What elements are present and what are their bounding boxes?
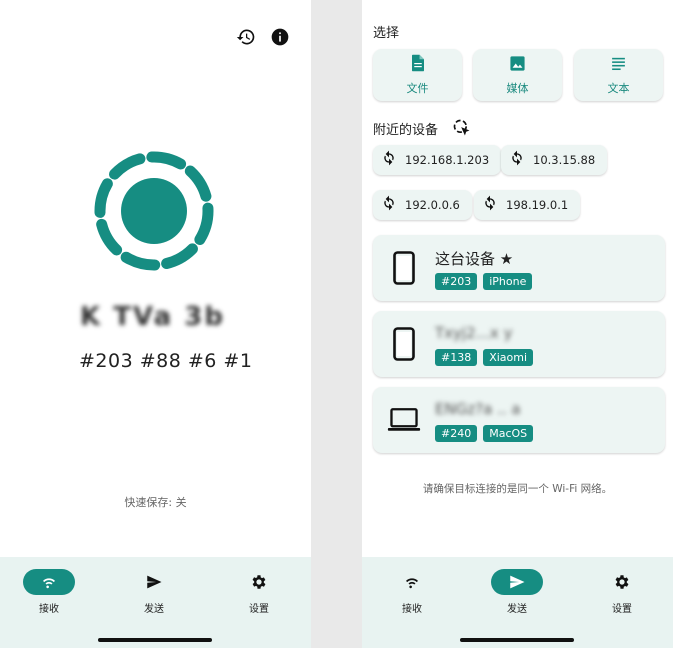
send-screen: 选择 文件 媒体 文本 附近的设备 192.168.1.203 10.3.15.… [362,0,673,648]
refresh-icon [482,195,498,215]
pick-text-button[interactable]: 文本 [574,49,663,101]
home-indicator [98,638,212,642]
device-tags: #240 MacOS [435,425,534,442]
laptop-icon [387,403,421,437]
tag-alias: #240 [435,425,478,442]
send-icon [128,569,180,595]
tag-platform: Xiaomi [483,349,534,366]
nav-label: 接收 [39,604,59,615]
tag-alias: #203 [435,273,478,290]
device-name: 这台设备 ★ [435,250,514,268]
quick-save-status[interactable]: 快速保存: 关 [0,494,311,510]
tag-platform: iPhone [483,273,533,290]
image-icon [509,55,526,76]
receive-screen: K TVa 3b #203 #88 #6 #1 快速保存: 关 接收 发送 设置 [0,0,311,648]
tag-alias: #138 [435,349,478,366]
nav-label: 接收 [402,604,422,615]
device-tags: #138 Xiaomi [435,349,534,366]
ip-chip[interactable]: 192.168.1.203 [373,145,502,175]
pick-media-button[interactable]: 媒体 [473,49,562,101]
device-name: ENGz?a .. a [435,400,521,418]
wifi-icon [386,569,438,595]
refresh-icon [381,150,397,170]
nav-settings[interactable]: 设置 [587,569,657,615]
tag-platform: MacOS [483,425,534,442]
ip-chip[interactable]: 192.0.0.6 [373,190,472,220]
nav-label: 发送 [507,604,527,615]
ip-chip[interactable]: 10.3.15.88 [501,145,608,175]
receive-toolbar [235,26,291,48]
info-icon[interactable] [269,26,291,48]
pick-button-label: 文本 [607,81,630,95]
device-card-xiaomi[interactable]: Txyj2...x y #138 Xiaomi [373,311,665,377]
file-icon [410,54,426,76]
gear-icon [596,569,648,595]
ip-chip[interactable]: 198.19.0.1 [474,190,581,220]
nav-send[interactable]: 发送 [119,569,189,615]
history-icon[interactable] [235,26,257,48]
phone-icon [387,327,421,361]
send-icon [491,569,543,595]
wifi-icon [23,569,75,595]
device-tags: #203 iPhone [435,273,533,290]
bottom-nav: 接收 发送 设置 [362,557,673,648]
pick-button-label: 文件 [406,82,429,95]
device-name: Txyj2...x y [435,324,513,342]
text-icon [610,55,627,76]
nav-settings[interactable]: 设置 [224,569,294,615]
home-indicator [460,638,574,642]
refresh-icon [509,150,525,170]
bottom-nav: 接收 发送 设置 [0,557,311,648]
select-title: 选择 [373,26,400,41]
nav-send[interactable]: 发送 [482,569,552,615]
device-card-this[interactable]: 这台设备 ★ #203 iPhone [373,235,665,301]
app-logo [92,149,216,273]
ip-address: 198.19.0.1 [506,198,569,212]
nav-label: 发送 [144,604,164,615]
nav-label: 设置 [612,604,632,615]
nav-label: 设置 [249,604,269,615]
ip-address: 192.168.1.203 [405,153,490,167]
nav-receive[interactable]: 接收 [377,569,447,615]
device-card-macos[interactable]: ENGz?a .. a #240 MacOS [373,387,665,453]
pick-button-label: 媒体 [506,81,529,95]
ip-address: 10.3.15.88 [533,153,596,167]
nav-receive[interactable]: 接收 [14,569,84,615]
ip-address: 192.0.0.6 [405,198,460,212]
same-wifi-hint: 请确保目标连接的是同一个 Wi-Fi 网络。 [422,483,613,495]
gear-icon [233,569,285,595]
device-name: K TVa 3b [80,302,225,332]
refresh-icon [381,195,397,215]
phone-icon [387,251,421,285]
device-alias: #203 #88 #6 #1 [79,350,253,372]
nearby-devices-title: 附近的设备 [373,123,439,138]
pick-file-button[interactable]: 文件 [373,49,462,101]
scan-cursor-icon[interactable] [452,118,472,142]
